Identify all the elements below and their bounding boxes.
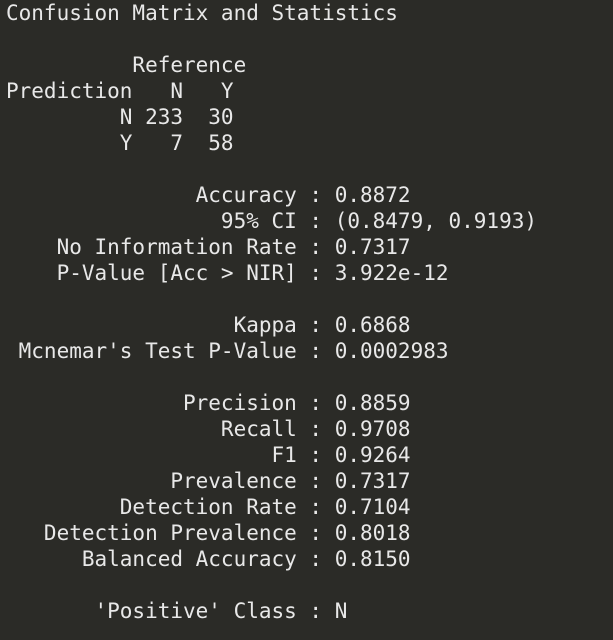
- stat-recall: Recall : 0.9708: [6, 417, 411, 441]
- matrix-row-n: N 233 30: [6, 105, 234, 129]
- stat-prevalence: Prevalence : 0.7317: [6, 469, 411, 493]
- stat-positive-class: 'Positive' Class : N: [6, 599, 348, 623]
- stat-kappa: Kappa : 0.6868: [6, 313, 411, 337]
- matrix-row-y: Y 7 58: [6, 131, 234, 155]
- stat-no-information-rate: No Information Rate : 0.7317: [6, 235, 411, 259]
- console-title: Confusion Matrix and Statistics: [6, 1, 398, 25]
- matrix-reference-header: Reference: [6, 53, 247, 77]
- stat-p-value: P-Value [Acc > NIR] : 3.922e-12: [6, 261, 449, 285]
- stat-accuracy: Accuracy : 0.8872: [6, 183, 411, 207]
- stat-95-ci: 95% CI : (0.8479, 0.9193): [6, 209, 538, 233]
- stat-f1: F1 : 0.9264: [6, 443, 411, 467]
- console-output: Confusion Matrix and Statistics Referenc…: [6, 0, 613, 640]
- stat-mcnemar-p-value: Mcnemar's Test P-Value : 0.0002983: [6, 339, 449, 363]
- stat-precision: Precision : 0.8859: [6, 391, 411, 415]
- stat-balanced-accuracy: Balanced Accuracy : 0.8150: [6, 547, 411, 571]
- matrix-column-header: Prediction N Y: [6, 79, 234, 103]
- stat-detection-rate: Detection Rate : 0.7104: [6, 495, 411, 519]
- stat-detection-prevalence: Detection Prevalence : 0.8018: [6, 521, 411, 545]
